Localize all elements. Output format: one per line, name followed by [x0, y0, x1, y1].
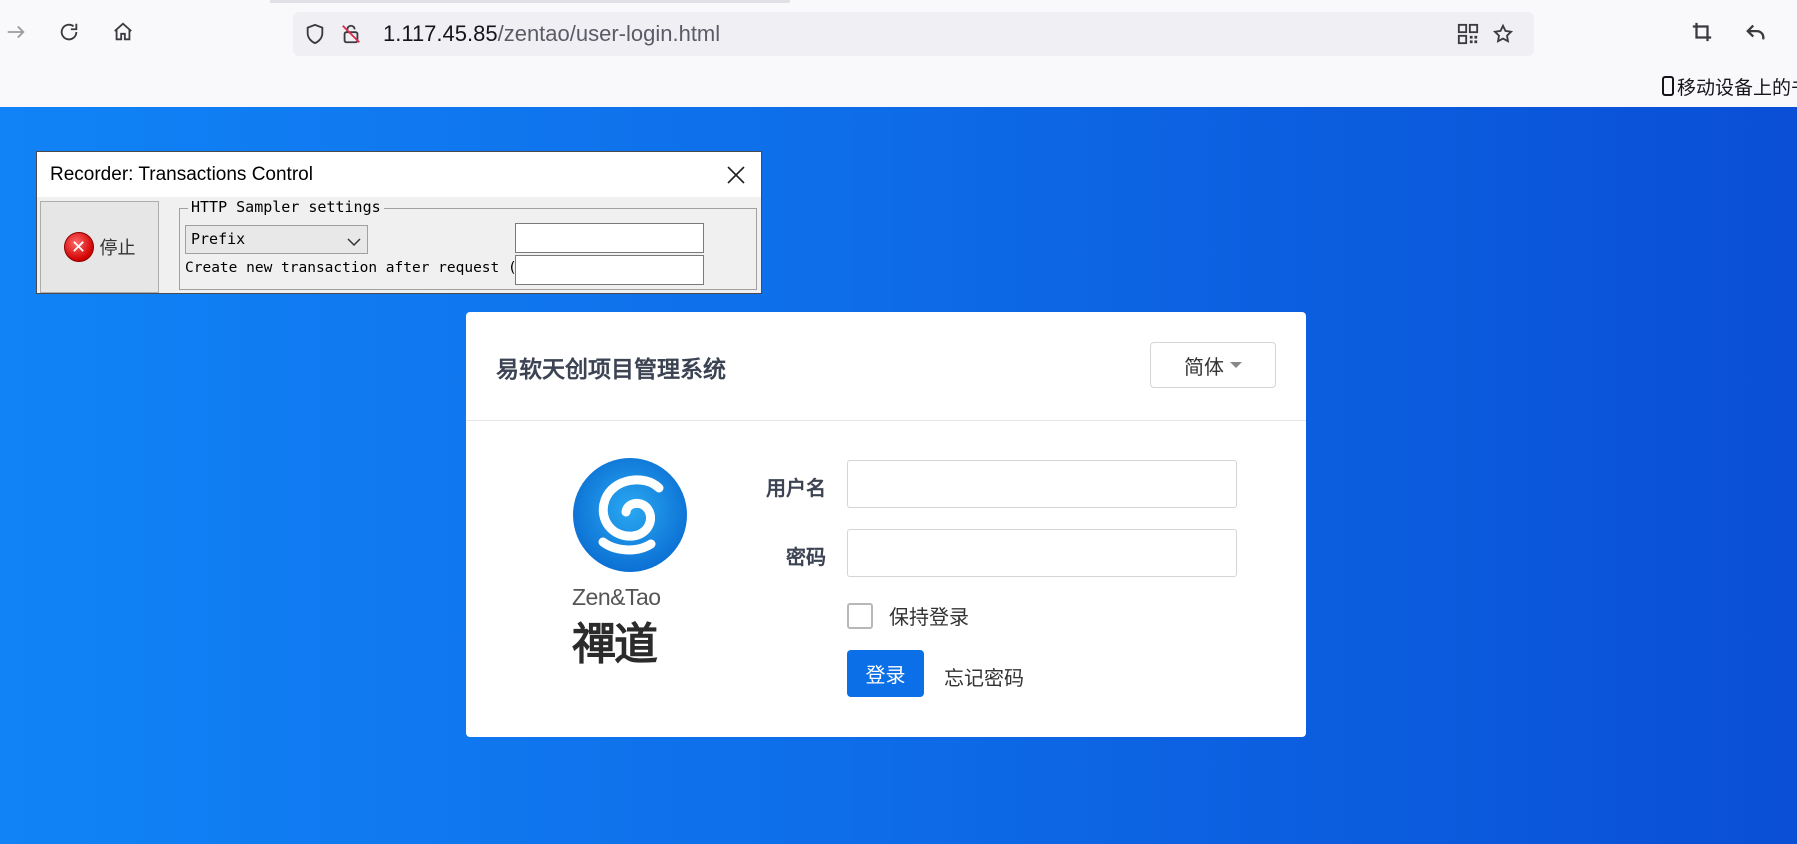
recorder-title: Recorder: Transactions Control: [50, 164, 313, 185]
login-card: 易软天创项目管理系统 简体 Zen&Tao 禪道 用户名 密码 保持登录 登录 …: [466, 312, 1306, 737]
login-button[interactable]: 登录: [847, 650, 924, 697]
caret-down-icon: [1230, 362, 1242, 368]
forgot-password-link[interactable]: 忘记密码: [944, 662, 1024, 691]
browser-toolbar: 1.117.45.85/zentao/user-login.html 移动设备上…: [0, 0, 1797, 107]
logo-text-cn: 禪道: [572, 619, 658, 670]
url-host: 1.117.45.85: [383, 21, 498, 46]
url-text[interactable]: 1.117.45.85/zentao/user-login.html: [383, 21, 720, 47]
logo-text-en: Zen&Tao: [572, 584, 661, 610]
reload-button[interactable]: [53, 18, 85, 50]
keep-login-checkbox[interactable]: [847, 602, 873, 629]
http-sampler-settings-group: HTTP Sampler settings Prefix Create new …: [179, 198, 757, 290]
crop-icon: [1691, 21, 1713, 48]
insecure-lock-icon[interactable]: [339, 22, 363, 46]
stop-label: 停止: [99, 238, 136, 258]
password-input[interactable]: [847, 529, 1237, 577]
home-button[interactable]: [107, 18, 139, 50]
naming-scheme-select[interactable]: Prefix: [185, 225, 368, 254]
recorder-dialog: Recorder: Transactions Control ✕ 停止 HTTP…: [36, 151, 762, 294]
logo-swirl-icon: [573, 458, 687, 572]
close-icon[interactable]: [725, 164, 747, 186]
keep-login-label[interactable]: 保持登录: [889, 601, 969, 630]
language-dropdown[interactable]: 简体: [1150, 342, 1276, 388]
chevron-down-icon: [347, 234, 361, 247]
delay-input[interactable]: [515, 255, 704, 285]
tab-strip-line: [270, 0, 790, 3]
forward-icon: [5, 21, 27, 48]
zentao-logo: Zen&Tao 禪道: [566, 458, 716, 670]
card-header: 易软天创项目管理系统 简体: [466, 312, 1306, 421]
naming-scheme-value: Prefix: [191, 230, 246, 248]
stop-icon: ✕: [63, 232, 94, 262]
stop-button[interactable]: ✕ 停止: [40, 201, 159, 293]
system-title: 易软天创项目管理系统: [496, 356, 726, 382]
mobile-device-icon: [1662, 76, 1674, 96]
shield-icon[interactable]: [303, 22, 327, 46]
undo-icon: [1745, 21, 1767, 48]
reload-icon: [58, 21, 80, 48]
crop-button[interactable]: [1686, 18, 1718, 50]
delay-label: Create new transaction after request (ms…: [185, 260, 552, 276]
home-icon: [112, 21, 134, 48]
undo-button[interactable]: [1740, 18, 1772, 50]
url-path: /zentao/user-login.html: [497, 21, 721, 46]
password-label: 密码: [786, 547, 826, 569]
username-label: 用户名: [766, 478, 826, 500]
bookmark-mobile[interactable]: 移动设备上的书: [1662, 73, 1797, 99]
bookmark-label: 移动设备上的书: [1677, 77, 1797, 99]
language-label: 简体: [1184, 356, 1224, 379]
username-input[interactable]: [847, 460, 1237, 508]
keep-login-row[interactable]: 保持登录: [847, 601, 969, 630]
recorder-titlebar[interactable]: Recorder: Transactions Control: [37, 152, 761, 197]
group-legend: HTTP Sampler settings: [188, 198, 384, 216]
forward-button[interactable]: [0, 18, 32, 50]
bookmark-star-icon[interactable]: [1491, 22, 1515, 46]
address-bar[interactable]: 1.117.45.85/zentao/user-login.html: [293, 12, 1534, 56]
qr-code-icon[interactable]: [1456, 22, 1480, 46]
prefix-input[interactable]: [515, 223, 704, 253]
